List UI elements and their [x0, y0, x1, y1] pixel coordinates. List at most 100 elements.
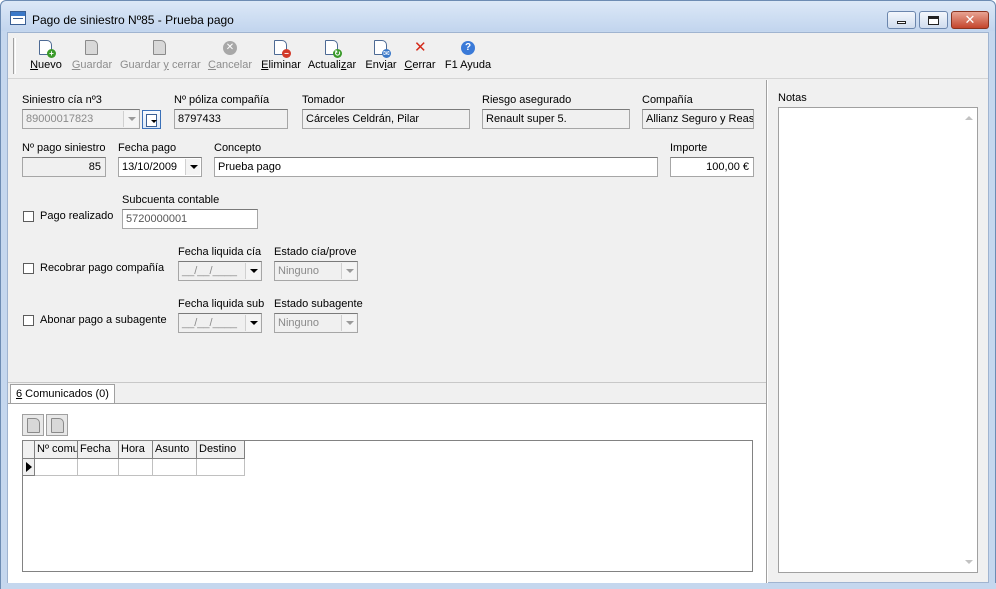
cancelar-button[interactable]: ✕ Cancelar: [206, 38, 254, 76]
abonar-label: Abonar pago a subagente: [40, 314, 167, 326]
column-header[interactable]: Hora: [119, 441, 153, 459]
column-header[interactable]: Fecha: [78, 441, 119, 459]
importe-field[interactable]: 100,00 €: [670, 157, 754, 177]
poliza-field[interactable]: 8797433: [174, 109, 288, 129]
table-cell[interactable]: [197, 459, 245, 476]
window-title: Pago de siniestro Nº85 - Prueba pago: [32, 13, 234, 27]
close-icon: ✕: [964, 12, 976, 27]
notes-label: Notas: [778, 92, 807, 104]
estado-sub-combo[interactable]: Ninguno: [274, 313, 358, 333]
concepto-label: Concepto: [214, 142, 262, 154]
save-icon: [84, 40, 100, 56]
column-header[interactable]: Nº comu: [35, 441, 78, 459]
guardar-y-cerrar-button[interactable]: Guardar y cerrar: [120, 38, 201, 76]
scroll-down-icon[interactable]: [965, 560, 973, 564]
minimize-icon: [897, 21, 906, 24]
chevron-down-icon: [341, 263, 356, 279]
column-header[interactable]: Destino: [197, 441, 245, 459]
table-cell[interactable]: [119, 459, 153, 476]
tab-comunicados[interactable]: 6 Comunicados (0): [10, 384, 115, 405]
grid-new-button[interactable]: [22, 414, 44, 436]
row-indicator-icon: [23, 459, 35, 476]
toolbar-grip: [13, 38, 16, 74]
maximize-icon: [928, 15, 939, 25]
notes-scrollbar[interactable]: [961, 108, 977, 572]
siniestro-combo[interactable]: 89000017823: [22, 109, 140, 129]
subcuenta-field[interactable]: 5720000001: [122, 209, 258, 229]
enviar-button[interactable]: ✉ Enviar: [364, 38, 398, 76]
delete-document-icon: −: [273, 40, 291, 58]
fecha-liquida-cia-label: Fecha liquida cía: [178, 246, 262, 258]
chevron-down-icon: [341, 315, 356, 331]
pago-realizado-label: Pago realizado: [40, 210, 114, 222]
chevron-down-icon: [185, 159, 200, 175]
open-document-icon: [51, 418, 64, 433]
riesgo-label: Riesgo asegurado: [482, 94, 572, 106]
siniestro-label: Siniestro cía nº3: [22, 94, 102, 106]
app-window: Pago de siniestro Nº85 - Prueba pago ✕ +…: [0, 0, 996, 589]
close-x-icon: ✕: [414, 39, 427, 56]
compania-label: Compañía: [642, 94, 693, 106]
app-icon: [10, 11, 26, 25]
subcuenta-label: Subcuenta contable: [122, 194, 220, 206]
fecha-pago-combo[interactable]: 13/10/2009: [118, 157, 202, 177]
table-cell[interactable]: [35, 459, 78, 476]
maximize-button[interactable]: [919, 11, 948, 29]
estado-cia-label: Estado cía/prove: [274, 246, 357, 258]
chevron-down-icon: [245, 315, 260, 331]
ayuda-button[interactable]: ? F1 Ayuda: [444, 38, 492, 76]
grid-corner-header: [23, 441, 35, 459]
notes-textarea[interactable]: [778, 107, 978, 573]
guardar-button[interactable]: Guardar: [70, 38, 114, 76]
scroll-up-icon[interactable]: [965, 116, 973, 120]
tab-strip: 6 Comunicados (0): [8, 382, 768, 405]
refresh-icon: ↻: [324, 40, 342, 58]
comunicados-grid[interactable]: Nº comu Fecha Hora Asunto Destino: [22, 440, 753, 572]
concepto-field[interactable]: Prueba pago: [214, 157, 658, 177]
recobrar-label: Recobrar pago compañía: [40, 262, 165, 274]
chevron-down-icon: [245, 263, 260, 279]
title-bar[interactable]: Pago de siniestro Nº85 - Prueba pago ✕: [1, 1, 995, 31]
eliminar-button[interactable]: − Eliminar: [260, 38, 302, 76]
window-bottom-border: [1, 583, 996, 589]
fecha-pago-label: Fecha pago: [118, 142, 177, 154]
help-icon: ?: [460, 40, 476, 56]
panel-splitter[interactable]: [766, 80, 768, 584]
fecha-liquida-sub-combo[interactable]: __/__/____: [178, 313, 262, 333]
num-pago-field[interactable]: 85: [22, 157, 106, 177]
fecha-liquida-sub-label: Fecha liquida sub: [178, 298, 265, 310]
tomador-label: Tomador: [302, 94, 345, 106]
nuevo-button[interactable]: + Nuevo: [28, 38, 64, 76]
siniestro-picker-button[interactable]: [142, 110, 161, 129]
minimize-button[interactable]: [887, 11, 916, 29]
riesgo-field[interactable]: Renault super 5.: [482, 109, 630, 129]
chevron-down-icon: [123, 111, 138, 127]
pago-realizado-checkbox[interactable]: [23, 211, 34, 222]
poliza-label: Nº póliza compañía: [174, 94, 270, 106]
tomador-field[interactable]: Cárceles Celdrán, Pilar: [302, 109, 470, 129]
comunicados-panel: Nº comu Fecha Hora Asunto Destino: [8, 403, 768, 584]
importe-label: Importe: [670, 142, 708, 154]
form-panel: Siniestro cía nº3 89000017823 Nº póliza …: [8, 80, 768, 380]
fecha-liquida-cia-combo[interactable]: __/__/____: [178, 261, 262, 281]
actualizar-button[interactable]: ↻ Actualizar: [306, 38, 358, 76]
recobrar-checkbox[interactable]: [23, 263, 34, 274]
cancel-icon: ✕: [222, 40, 238, 56]
save-close-icon: [152, 40, 168, 56]
client-area: + Nuevo Guardar Guardar y cerrar ✕ Cance…: [7, 32, 989, 584]
column-header[interactable]: Asunto: [153, 441, 197, 459]
estado-sub-label: Estado subagente: [274, 298, 363, 310]
estado-cia-combo[interactable]: Ninguno: [274, 261, 358, 281]
new-document-icon: [27, 418, 40, 433]
toolbar: + Nuevo Guardar Guardar y cerrar ✕ Cance…: [8, 33, 988, 79]
grid-open-button[interactable]: [46, 414, 68, 436]
send-icon: ✉: [373, 40, 391, 58]
compania-field[interactable]: Allianz Seguro y Rease: [642, 109, 754, 129]
table-cell[interactable]: [78, 459, 119, 476]
close-window-button[interactable]: ✕: [951, 11, 989, 29]
num-pago-label: Nº pago siniestro: [22, 142, 106, 154]
abonar-checkbox[interactable]: [23, 315, 34, 326]
table-cell[interactable]: [153, 459, 197, 476]
new-document-icon: +: [38, 40, 56, 58]
cerrar-button[interactable]: ✕ Cerrar: [404, 38, 436, 76]
